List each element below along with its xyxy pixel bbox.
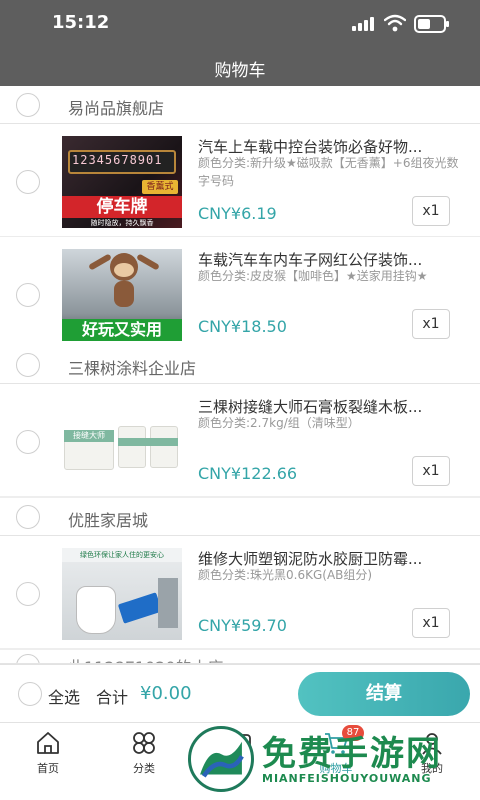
product-image[interactable]: 12345678901 香薰式 停车牌 随时隐放，持久飘香 bbox=[62, 136, 182, 228]
item-spec: 颜色分类:皮皮猴【咖啡色】★送家用挂钩★ bbox=[198, 269, 428, 283]
battery-icon bbox=[414, 15, 449, 33]
select-all-radio[interactable] bbox=[18, 682, 42, 706]
home-icon bbox=[37, 732, 59, 754]
product-image[interactable]: 绿色环保让家人住的更安心 bbox=[62, 548, 182, 640]
thumb-banner: 绿色环保让家人住的更安心 bbox=[80, 551, 164, 559]
tab-label: 分类 bbox=[133, 762, 155, 775]
wifi-icon bbox=[384, 14, 406, 32]
item-select-radio[interactable] bbox=[16, 430, 40, 454]
store-name[interactable]: 易尚品旗舰店 bbox=[68, 95, 164, 119]
item-price: CNY¥6.19 bbox=[198, 204, 277, 223]
store-select-radio[interactable] bbox=[16, 353, 40, 377]
product-image[interactable]: 好玩又实用 bbox=[62, 249, 182, 341]
select-all-label[interactable]: 全选 bbox=[48, 684, 80, 708]
item-spec: 颜色分类:新升级★磁吸款【无香薰】+6组夜光数字号码 bbox=[198, 156, 459, 188]
item-select-radio[interactable] bbox=[16, 582, 40, 606]
thumb-digits: 12345678901 bbox=[72, 153, 163, 167]
cart-item[interactable]: 好玩又实用 车载汽车车内车子网红公仔装饰... 颜色分类:皮皮猴【咖啡色】★送家… bbox=[0, 237, 480, 349]
quantity-button[interactable]: x1 bbox=[412, 196, 450, 226]
thumb-brand: 接缝大师 bbox=[64, 430, 114, 442]
tab-label: 首页 bbox=[37, 762, 59, 775]
thumb-main: 好玩又实用 bbox=[62, 319, 182, 341]
item-spec: 颜色分类:2.7kg/组（清味型） bbox=[198, 416, 360, 430]
store-select-radio[interactable] bbox=[16, 93, 40, 117]
cart-item[interactable]: 12345678901 香薰式 停车牌 随时隐放，持久飘香 汽车上车载中控台装饰… bbox=[0, 124, 480, 236]
tab-category[interactable]: 分类 bbox=[108, 729, 180, 777]
watermark-logo-icon bbox=[188, 726, 254, 792]
tab-home[interactable]: 首页 bbox=[12, 729, 84, 777]
thumb-sub: 香薰式 bbox=[142, 180, 178, 194]
thumb-main: 停车牌 bbox=[62, 196, 182, 218]
thumb-tag: 随时隐放，持久飘香 bbox=[90, 219, 154, 227]
category-icon bbox=[133, 732, 155, 754]
item-price: CNY¥18.50 bbox=[198, 317, 287, 336]
checkout-bar: 全选 合计 ¥0.00 结算 bbox=[0, 664, 480, 722]
cart-item[interactable]: 接缝大师 三棵树接缝大师石膏板裂缝木板... 颜色分类:2.7kg/组（清味型）… bbox=[0, 384, 480, 496]
item-price: CNY¥122.66 bbox=[198, 464, 298, 483]
watermark-subtext: MIANFEISHOUYOUWANG bbox=[262, 772, 432, 785]
store-header: 三棵树涂料企业店 bbox=[0, 346, 480, 384]
store-header: 优胜家居城 bbox=[0, 498, 480, 536]
checkout-button[interactable]: 结算 bbox=[298, 672, 470, 716]
total-label: 合计 bbox=[96, 688, 129, 707]
item-price: CNY¥59.70 bbox=[198, 616, 287, 635]
status-time: 15:12 bbox=[52, 12, 110, 33]
watermark-text: 免费手游网 bbox=[262, 734, 442, 774]
store-name[interactable]: 此1128E1020的小店 bbox=[68, 654, 224, 663]
signal-icon bbox=[352, 17, 374, 31]
store-name[interactable]: 优胜家居城 bbox=[68, 507, 148, 531]
watermark: 免费手游网 MIANFEISHOUYOUWANG bbox=[186, 722, 478, 798]
store-header: 易尚品旗舰店 bbox=[0, 86, 480, 124]
app-header: 15:12 购物车 bbox=[0, 0, 480, 86]
store-name[interactable]: 三棵树涂料企业店 bbox=[68, 355, 196, 379]
total-value: ¥0.00 bbox=[140, 683, 192, 704]
store-select-radio[interactable] bbox=[16, 505, 40, 529]
cart-item[interactable]: 绿色环保让家人住的更安心 维修大师塑钢泥防水胶厨卫防霉... 颜色分类:珠光黑0… bbox=[0, 536, 480, 648]
status-bar: 15:12 bbox=[0, 0, 480, 48]
store-header: 此1128E1020的小店 bbox=[0, 650, 480, 664]
quantity-button[interactable]: x1 bbox=[412, 608, 450, 638]
store-select-radio[interactable] bbox=[16, 654, 40, 663]
quantity-button[interactable]: x1 bbox=[412, 309, 450, 339]
product-image[interactable]: 接缝大师 bbox=[62, 396, 182, 488]
item-select-radio[interactable] bbox=[16, 283, 40, 307]
quantity-button[interactable]: x1 bbox=[412, 456, 450, 486]
item-select-radio[interactable] bbox=[16, 170, 40, 194]
page-title: 购物车 bbox=[214, 61, 266, 81]
item-spec: 颜色分类:珠光黑0.6KG(AB组分) bbox=[198, 568, 373, 582]
